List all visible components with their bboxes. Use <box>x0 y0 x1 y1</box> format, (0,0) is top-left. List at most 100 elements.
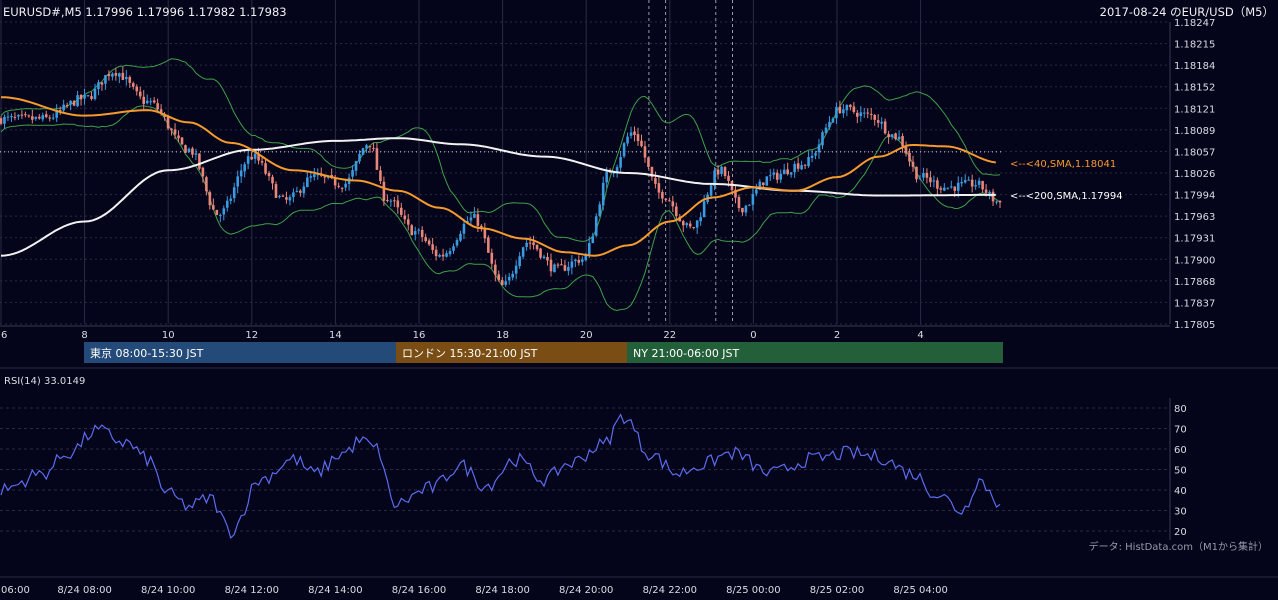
price-tick-label: 1.18215 <box>1174 40 1215 51</box>
candle-body <box>299 190 302 193</box>
candle-body <box>229 198 233 201</box>
session-bar: 東京 08:00-15:30 JST ロンドン 15:30-21:00 JST … <box>84 342 1003 363</box>
time-tick-label: 12 <box>245 330 258 341</box>
candle-body <box>866 112 870 114</box>
candle-body <box>278 195 281 198</box>
candle-body <box>312 174 316 178</box>
candle-body <box>424 237 427 242</box>
candle-body <box>511 273 514 278</box>
candle-body <box>622 143 626 157</box>
candle-body <box>83 94 86 99</box>
candle-body <box>344 183 347 188</box>
candle-body <box>90 96 93 99</box>
candle-body <box>500 280 504 286</box>
candle-body <box>208 192 212 206</box>
time-tick-label: 22 <box>663 330 676 341</box>
candle-body <box>135 86 139 92</box>
price-tick-label: 1.18057 <box>1174 147 1215 158</box>
rsi-tick-label: 40 <box>1174 486 1187 497</box>
rsi-time-tick-label: 8/24 12:00 <box>225 585 279 596</box>
candle-body <box>793 164 796 173</box>
candle-body <box>525 242 528 247</box>
candle-body <box>441 254 445 257</box>
candle-body <box>681 221 685 226</box>
candle-body <box>814 153 817 156</box>
time-tick-label: 8 <box>81 330 87 341</box>
candle-body <box>274 184 278 198</box>
price-tick-label: 1.18247 <box>1174 18 1215 29</box>
candle-body <box>487 237 490 253</box>
candle-body <box>727 175 730 181</box>
candle-body <box>946 187 950 189</box>
candle-body <box>20 114 24 116</box>
candle-body <box>796 163 800 169</box>
candle-body <box>149 101 152 103</box>
candle-body <box>97 82 100 90</box>
candle-body <box>643 146 647 158</box>
candle-body <box>873 115 877 120</box>
candle-body <box>93 88 97 100</box>
candle-body <box>62 104 65 111</box>
candle-body <box>901 136 904 147</box>
candle-body <box>44 114 48 118</box>
candle-body <box>406 219 410 225</box>
candle-body <box>970 179 974 187</box>
price-tick-label: 1.17868 <box>1174 277 1215 288</box>
candle-body <box>250 156 253 160</box>
candle-body <box>306 177 309 188</box>
candle-body <box>929 177 932 183</box>
chart-canvas: <--<40,SMA,1.18041 <--<200,SMA,1.17994 1… <box>0 0 1278 596</box>
candle-body <box>936 180 939 189</box>
time-tick-label: 6 <box>1 330 7 341</box>
bollinger-lower-band <box>0 105 1001 312</box>
session-tokyo-label: 東京 08:00-15:30 JST <box>90 346 204 360</box>
rsi-grid <box>0 407 1170 532</box>
candle-body <box>128 77 132 83</box>
candle-body <box>849 104 852 108</box>
candle-body <box>86 95 90 97</box>
candle-body <box>838 106 842 114</box>
candle-body <box>542 256 546 259</box>
candle-body <box>845 105 849 111</box>
rsi-time-tick-label: 8/24 14:00 <box>308 585 362 596</box>
candle-body <box>138 91 142 97</box>
candle-body <box>553 264 556 273</box>
candle-body <box>842 109 845 114</box>
rsi-time-tick-label: 8/25 04:00 <box>893 585 947 596</box>
candle-body <box>688 223 692 227</box>
candle-body <box>393 200 396 202</box>
candle-body <box>6 116 10 118</box>
candle-body <box>626 136 629 144</box>
candle-body <box>518 256 521 267</box>
candle-body <box>184 145 187 153</box>
candle-body <box>883 121 887 134</box>
chart-date-title: 2017-08-24 のEUR/USD（M5） <box>1100 5 1274 19</box>
rsi-time-axis: 06:00 8/24 08:00 8/24 10:00 8/24 12:00 8/24 … <box>1 585 948 596</box>
rsi-tick-label: 30 <box>1174 507 1187 518</box>
candle-body <box>100 82 104 85</box>
candle-body <box>65 104 69 106</box>
candle-body <box>438 254 441 257</box>
candle-body <box>699 217 702 222</box>
candle-body <box>514 265 518 274</box>
candle-body <box>581 259 584 262</box>
candle-body <box>333 178 337 186</box>
time-tick-label: 14 <box>329 330 342 341</box>
symbol-quote-header: EURUSD#,M5 1.17996 1.17996 1.17982 1.179… <box>3 5 287 19</box>
candle-body <box>417 229 421 231</box>
candle-body <box>79 94 83 100</box>
candle-body <box>198 153 201 169</box>
candle-body <box>267 173 271 177</box>
candle-body <box>570 261 574 268</box>
candle-body <box>469 217 473 221</box>
candle-body <box>448 251 452 255</box>
price-tick-label: 1.17931 <box>1174 234 1215 245</box>
candle-body <box>323 176 327 178</box>
candle-body <box>737 197 741 209</box>
candle-body <box>817 144 821 153</box>
candle-body <box>31 116 34 120</box>
candle-body <box>671 201 675 207</box>
candle-body <box>351 170 354 177</box>
rsi-tick-label: 50 <box>1174 466 1187 477</box>
candle-body <box>995 201 998 203</box>
